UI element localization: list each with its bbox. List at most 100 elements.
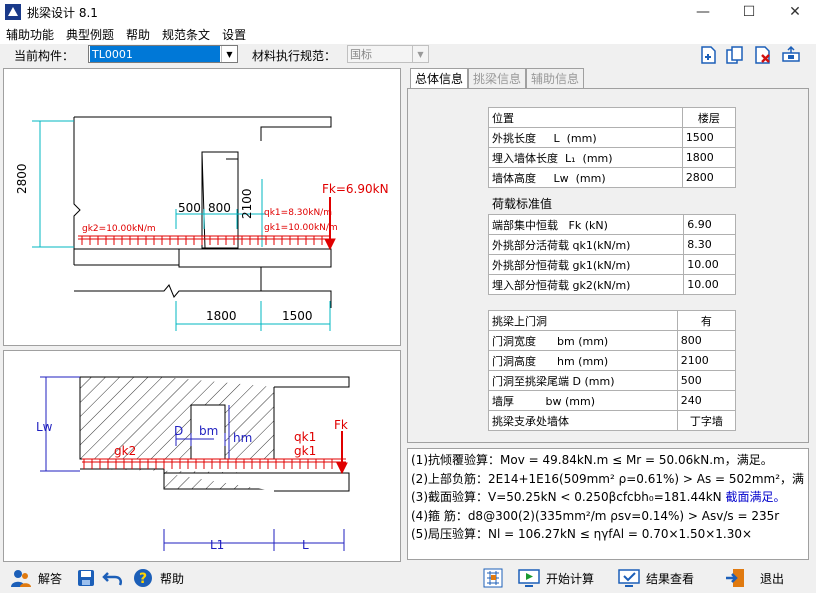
export-icon[interactable] [780,45,802,65]
table-row: 墙体高度 Lw (mm) [488,167,683,188]
tab-aux[interactable]: 辅助信息 [526,68,585,88]
menu-bar: 辅助功能 典型例题 帮助 规范条文 设置 [0,24,816,44]
label-gk2-b: gk2 [114,444,136,458]
start-calc-label: 开始计算 [546,571,595,586]
position-value[interactable]: 楼层 [681,107,737,128]
qk1-input[interactable]: 8.30 [683,234,736,255]
code-select[interactable]: 国标 ▼ [347,45,429,63]
position-header: 位置 [488,107,683,128]
chevron-down-icon[interactable]: ▼ [221,46,237,62]
dim-d: D [174,424,183,438]
answer-button[interactable]: 解答 [10,567,62,589]
delete-doc-icon[interactable] [752,45,774,65]
table-row: 墙厚 bw (mm) [488,390,678,411]
table-row: 门洞高度 hm (mm) [488,350,678,371]
table-row: 端部集中恒载 Fk (kN) [487,214,685,235]
table-row: 门洞至挑梁尾端 D (mm) [488,370,678,391]
table-row: 外挑长度 L (mm) [488,127,683,148]
gk1-input[interactable]: 10.00 [683,254,736,275]
label-gk1-b: gk1 [294,444,316,458]
dim-hm: hm [233,431,252,445]
door-offset-input[interactable]: 500 [676,370,737,391]
embed-length-input[interactable]: 1800 [681,147,737,168]
wall-thickness-input[interactable]: 240 [676,390,737,411]
title-bar: 挑梁设计 8.1 — ☐ ✕ [0,0,816,24]
dim-bm: bm [199,424,218,438]
users-icon [11,570,31,587]
monitor-check-icon [618,569,640,587]
code-label: 材料执行规范： [252,49,337,63]
wall-height-input[interactable]: 2800 [681,167,737,188]
door-table: 挑梁上门洞有 门洞宽度 bm (mm) 800 门洞高度 hm (mm) 2100 … [488,310,737,431]
dim-embed-length: 1800 [206,309,237,323]
tab-general[interactable]: 总体信息 [410,68,469,89]
menu-code[interactable]: 规范条文 [156,26,216,43]
maximize-button[interactable]: ☐ [726,0,772,24]
results-panel: (1)抗倾覆验算：Mov = 49.84kN.m ≤ Mr = 50.06kN.… [407,448,809,560]
view-result-label: 结果查看 [646,571,695,586]
dim-door-width: 800 [208,201,231,215]
result-line: (3)截面验算：V=50.25kN < 0.250βcfcbh₀=181.44k… [411,490,786,504]
undo-icon[interactable] [102,568,124,588]
beam-elevation-drawing: 2800 500 800 2100 1800 1500 Fk=6.90kN qk… [3,68,401,346]
member-label: 当前构件： [14,49,75,63]
monitor-play-icon [518,569,540,587]
menu-examples[interactable]: 典型例题 [60,26,120,43]
dim-l1: L1 [210,538,224,552]
label-gk1: gk1=10.00kN/m [264,223,338,233]
start-calc-button[interactable]: 开始计算 [518,567,594,589]
dim-lw: Lw [36,420,53,434]
menu-aux[interactable]: 辅助功能 [0,26,60,43]
window-title: 挑梁设计 8.1 [27,5,98,20]
table-row: 门洞宽度 bm (mm) [488,330,678,351]
result-line: (4)箍 筋：d8@300(2)(335mm²/m ρsv=0.14%) > A… [411,508,780,523]
exit-door-icon [726,569,744,587]
chevron-down-icon[interactable]: ▼ [412,46,428,62]
svg-text:?: ? [139,571,147,587]
help-button[interactable]: ? 帮助 [132,567,184,589]
table-row: 挑梁支承处墙体 [488,410,678,431]
door-width-input[interactable]: 800 [676,330,737,351]
position-table: 位置 楼层 外挑长度 L (mm) 1500 埋入墙体长度 L₁ (mm) 1800 … [488,107,737,188]
tab-strip: 总体信息 挑梁信息 辅助信息 [410,68,585,89]
minimize-button[interactable]: — [680,0,726,24]
copy-doc-icon[interactable] [724,45,746,65]
menu-settings[interactable]: 设置 [216,26,252,43]
member-select-value: TL0001 [90,46,220,62]
label-fk: Fk=6.90kN [322,182,389,196]
fk-input[interactable]: 6.90 [683,214,736,235]
help-icon: ? [134,569,152,587]
beam-section-drawing: Lw D bm hm L1 L gk2 qk1 gk1 Fk [3,350,401,562]
label-qk1-b: qk1 [294,430,316,444]
new-doc-icon[interactable] [698,45,720,65]
result-line: (5)局压验算：Nl = 106.27kN ≤ ηγfAl = 0.70×1.5… [411,527,753,541]
door-header: 挑梁上门洞 [488,310,678,331]
table-row: 埋入部分恒荷载 gk2(kN/m) [487,274,685,295]
table-row: 外挑部分恒荷载 gk1(kN/m) [487,254,685,275]
label-gk2: gk2=10.00kN/m [82,224,156,234]
save-icon[interactable] [76,568,96,588]
dim-cantilever-length: 1500 [282,309,313,323]
help-label: 帮助 [160,571,185,586]
exit-label: 退出 [760,571,785,586]
tab-beam[interactable]: 挑梁信息 [468,68,527,88]
general-info-pane: 位置 楼层 外挑长度 L (mm) 1500 埋入墙体长度 L₁ (mm) 1800 … [407,88,809,443]
gk2-input[interactable]: 10.00 [683,274,736,295]
overhang-length-input[interactable]: 1500 [681,127,737,148]
close-button[interactable]: ✕ [772,0,816,24]
dim-l: L [302,538,309,552]
label-fk-b: Fk [334,418,348,432]
door-exists-select[interactable]: 有 [676,310,737,331]
load-table: 端部集中恒载 Fk (kN) 6.90 外挑部分活荷载 qk1(kN/m) 8.30… [487,214,736,295]
structure-icon[interactable] [482,567,504,589]
view-result-button[interactable]: 结果查看 [618,567,694,589]
result-line: (2)上部负筋：2E14+1E16(509mm² ρ=0.61%) > As =… [411,471,805,486]
member-select[interactable]: TL0001 ▼ [88,45,238,63]
dim-door-height: 2100 [240,188,254,219]
exit-button[interactable]: 退出 [724,567,784,589]
wall-support-select[interactable]: 丁字墙 [676,410,737,431]
dim-wall-height: 2800 [15,163,29,194]
door-height-input[interactable]: 2100 [676,350,737,371]
answer-label: 解答 [38,571,63,586]
menu-help[interactable]: 帮助 [120,26,156,43]
